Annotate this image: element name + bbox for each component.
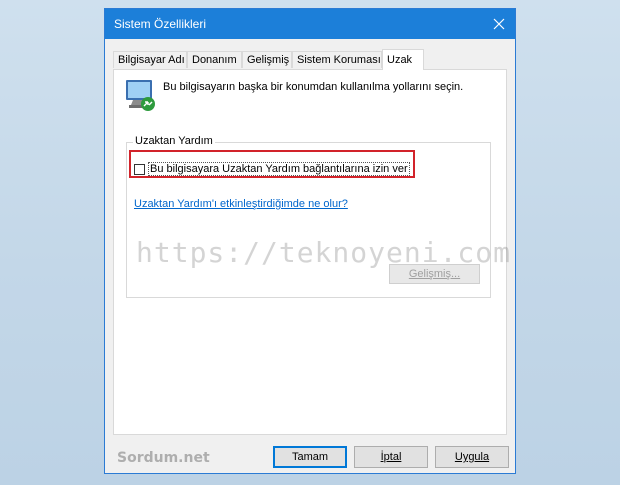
tab-remote[interactable]: Uzak: [382, 49, 424, 70]
tab-label: Uzak: [387, 54, 413, 66]
tab-label: Bilgisayar Adı: [118, 54, 185, 66]
intro-text: Bu bilgisayarın başka bir konumdan kulla…: [163, 81, 464, 93]
apply-button[interactable]: Uygula: [435, 446, 509, 468]
checkbox-label[interactable]: Bu bilgisayara Uzaktan Yardım bağlantıla…: [148, 162, 410, 176]
system-properties-dialog: Sistem Özellikleri Bilgisayar Adı Donanı…: [104, 8, 516, 474]
ok-button-label: Tamam: [291, 451, 329, 463]
ok-button[interactable]: Tamam: [273, 446, 347, 468]
advanced-button[interactable]: Gelişmiş...: [389, 264, 480, 284]
tab-label: Sistem Koruması: [297, 54, 381, 66]
apply-button-label: Uygula: [454, 451, 490, 463]
group-label: Uzaktan Yardım: [133, 135, 215, 147]
computer-remote-icon: [126, 80, 155, 111]
help-link[interactable]: Uzaktan Yardım'ı etkinleştirdiğimde ne o…: [134, 198, 348, 210]
watermark-sordum: Sordum.net: [117, 450, 210, 466]
close-icon: [493, 18, 505, 30]
window-title: Sistem Özellikleri: [114, 17, 207, 31]
remote-tab-panel: Bu bilgisayarın başka bir konumdan kulla…: [113, 69, 510, 435]
remote-assistance-checkbox-row[interactable]: Bu bilgisayara Uzaktan Yardım bağlantıla…: [134, 162, 410, 176]
allow-remote-assistance-checkbox[interactable]: [134, 163, 145, 175]
tab-label: Donanım: [192, 54, 237, 66]
advanced-button-label: Gelişmiş...: [408, 268, 461, 280]
tab-system-protection[interactable]: Sistem Koruması: [292, 51, 382, 68]
tab-advanced[interactable]: Gelişmiş: [242, 51, 292, 68]
tab-computer-name[interactable]: Bilgisayar Adı: [113, 51, 187, 68]
tab-label: Gelişmiş: [247, 54, 290, 66]
tab-hardware[interactable]: Donanım: [187, 51, 242, 68]
cancel-button[interactable]: İptal: [354, 446, 428, 468]
close-button[interactable]: [483, 9, 515, 39]
cancel-button-label: İptal: [380, 451, 402, 463]
title-bar[interactable]: Sistem Özellikleri: [105, 9, 515, 39]
